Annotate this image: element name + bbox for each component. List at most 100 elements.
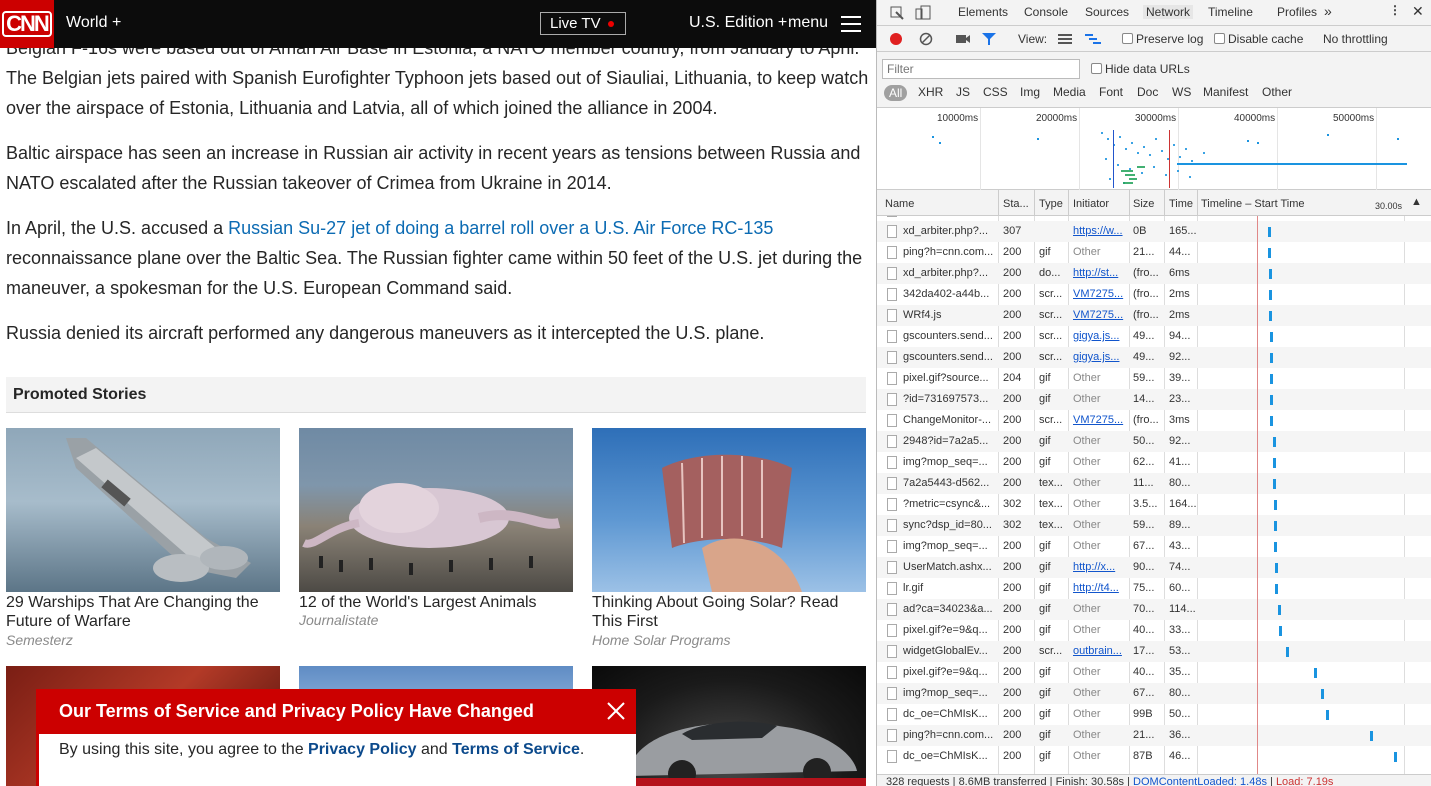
network-row[interactable]: ping?h=cnn.com... 200 gif Other 21... 44...: [877, 242, 1431, 263]
filter-type-other[interactable]: Other: [1262, 85, 1292, 99]
network-row[interactable]: ping?h=cnn.com... 200 gif Other 21... 36...: [877, 725, 1431, 746]
network-row[interactable]: gscounters.send... 200 scr... gigya.js... 49…: [877, 347, 1431, 368]
request-initiator[interactable]: gigya.js...: [1073, 351, 1129, 363]
record-icon[interactable]: [890, 33, 902, 45]
column-divider[interactable]: [1164, 190, 1165, 216]
hide-data-urls-checkbox[interactable]: [1091, 63, 1102, 74]
network-row[interactable]: WRf4.js 200 scr... VM7275... (fro... 2ms: [877, 305, 1431, 326]
promo-title[interactable]: 29 Warships That Are Changing the Future…: [6, 593, 280, 631]
request-initiator[interactable]: VM7275...: [1073, 414, 1129, 426]
column-size[interactable]: Size: [1133, 198, 1154, 210]
column-divider[interactable]: [998, 190, 999, 216]
network-row[interactable]: 342da402-a44b... 200 scr... VM7275... (fro..…: [877, 284, 1431, 305]
network-row[interactable]: 7a2a5443-d562... 200 tex... Other 11... 80...: [877, 473, 1431, 494]
network-row[interactable]: img?mop_seq=... 200 gif Other 67... 43...: [877, 536, 1431, 557]
filter-type-css[interactable]: CSS: [983, 85, 1008, 99]
column-divider[interactable]: [1197, 190, 1198, 216]
inspect-element-icon[interactable]: [889, 5, 905, 21]
column-divider[interactable]: [1034, 190, 1035, 216]
request-initiator[interactable]: VM7275...: [1073, 309, 1129, 321]
waterfall-overview-icon[interactable]: [1085, 33, 1101, 45]
filter-type-all[interactable]: All: [884, 85, 908, 101]
network-row[interactable]: dc_oe=ChMIsK... 200 gif Other 87B 46...: [877, 746, 1431, 767]
network-row[interactable]: img?mop_seq=... 200 gif Other 67... 80...: [877, 683, 1431, 704]
network-row[interactable]: ad?ca=34023&a... 200 gif Other 70... 114...: [877, 599, 1431, 620]
request-initiator[interactable]: gigya.js...: [1073, 330, 1129, 342]
network-row[interactable]: ?metric=csync&... 302 tex... Other 3.5... 164…: [877, 494, 1431, 515]
network-row[interactable]: dc_oe=ChMIsK... 200 gif Other 99B 50...: [877, 704, 1431, 725]
network-overview[interactable]: 10000ms 20000ms 30000ms 40000ms 50000ms: [877, 108, 1431, 190]
network-row[interactable]: ChangeMonitor-... 200 scr... VM7275... (fro.…: [877, 410, 1431, 431]
disable-cache-checkbox[interactable]: [1214, 33, 1225, 44]
network-row[interactable]: xd_arbiter.php?... 307 https://w... 0B 165..…: [877, 221, 1431, 242]
promo-image-warship[interactable]: [6, 428, 280, 592]
filter-type-xhr[interactable]: XHR: [918, 85, 943, 99]
request-initiator[interactable]: https://w...: [1073, 225, 1129, 237]
network-row[interactable]: pixel.gif?e=9&q... 200 gif Other 40... 33...: [877, 620, 1431, 641]
cnn-logo[interactable]: CNN: [0, 0, 54, 48]
column-name[interactable]: Name: [885, 198, 914, 210]
sort-asc-icon[interactable]: ▲: [1411, 196, 1422, 208]
request-initiator[interactable]: outbrain...: [1073, 645, 1129, 657]
column-initiator[interactable]: Initiator: [1073, 198, 1109, 210]
tab-console[interactable]: Console: [1024, 5, 1068, 19]
more-tabs-icon[interactable]: »: [1324, 3, 1332, 19]
filter-type-media[interactable]: Media: [1053, 85, 1086, 99]
filter-input[interactable]: [882, 59, 1080, 79]
promo-title[interactable]: 12 of the World's Largest Animals: [299, 593, 573, 612]
kebab-menu-icon[interactable]: ⋮: [1389, 3, 1401, 17]
network-row[interactable]: sync?dsp_id=80... 302 tex... Other 59... 89..…: [877, 515, 1431, 536]
privacy-policy-link[interactable]: Privacy Policy: [308, 741, 417, 758]
live-tv-button[interactable]: Live TV: [540, 12, 626, 35]
request-initiator[interactable]: http://t4...: [1073, 582, 1129, 594]
promo-image-solar[interactable]: [592, 428, 866, 592]
filter-type-img[interactable]: Img: [1020, 85, 1040, 99]
throttling-select[interactable]: No throttling: [1323, 32, 1388, 46]
tab-network[interactable]: Network: [1143, 5, 1194, 19]
edition-selector[interactable]: U.S. Edition +: [689, 14, 787, 32]
network-row[interactable]: xd_arbiter.php?... 200 do... http://st... (f…: [877, 263, 1431, 284]
terms-of-service-link[interactable]: Terms of Service: [452, 741, 580, 758]
network-row[interactable]: widgetGlobalEv... 200 scr... outbrain... 17.…: [877, 641, 1431, 662]
column-type[interactable]: Type: [1039, 198, 1063, 210]
column-time[interactable]: Time: [1169, 198, 1193, 210]
tab-profiles[interactable]: Profiles: [1277, 5, 1317, 19]
tab-elements[interactable]: Elements: [958, 5, 1008, 19]
menu-label[interactable]: menu: [788, 14, 828, 32]
request-initiator[interactable]: VM7275...: [1073, 288, 1129, 300]
capture-screenshots-icon[interactable]: [955, 33, 971, 45]
request-initiator[interactable]: http://st...: [1073, 267, 1129, 279]
preserve-log-checkbox[interactable]: [1122, 33, 1133, 44]
network-row[interactable]: img?mop_seq=... 200 gif Other 62... 41...: [877, 452, 1431, 473]
filter-icon[interactable]: [981, 32, 997, 46]
filter-type-manifest[interactable]: Manifest: [1203, 85, 1248, 99]
device-mode-icon[interactable]: [915, 5, 931, 21]
column-status[interactable]: Sta...: [1003, 198, 1029, 210]
network-row[interactable]: lr.gif 200 gif http://t4... 75... 60...: [877, 578, 1431, 599]
promo-image-squid[interactable]: [299, 428, 573, 592]
tab-sources[interactable]: Sources: [1085, 5, 1129, 19]
network-row[interactable]: gscounters.send... 200 scr... gigya.js... 49…: [877, 326, 1431, 347]
filter-type-ws[interactable]: WS: [1172, 85, 1191, 99]
promo-title[interactable]: Thinking About Going Solar? Read This Fi…: [592, 593, 866, 631]
large-rows-icon[interactable]: [1058, 33, 1072, 45]
article-link[interactable]: Russian Su-27 jet of doing a barrel roll…: [228, 218, 773, 238]
column-divider[interactable]: [1068, 190, 1069, 216]
column-divider[interactable]: [1129, 190, 1130, 216]
network-row[interactable]: pixel.gif?e=9&q... 200 gif Other 40... 35...: [877, 662, 1431, 683]
column-timeline[interactable]: Timeline – Start Time: [1201, 198, 1305, 210]
section-world[interactable]: World +: [66, 14, 121, 32]
network-row[interactable]: UserMatch.ashx... 200 gif http://x... 90... 7…: [877, 557, 1431, 578]
close-icon[interactable]: [606, 701, 626, 721]
filter-type-doc[interactable]: Doc: [1137, 85, 1158, 99]
network-row[interactable]: pixel.gif?source... 204 gif Other 59... 39...: [877, 368, 1431, 389]
network-row[interactable]: 2948?id=7a2a5... 200 gif Other 50... 92...: [877, 431, 1431, 452]
close-devtools-icon[interactable]: ✕: [1412, 3, 1424, 20]
hamburger-menu-icon[interactable]: [841, 16, 861, 32]
request-initiator[interactable]: http://x...: [1073, 561, 1129, 573]
filter-type-js[interactable]: JS: [956, 85, 970, 99]
filter-type-font[interactable]: Font: [1099, 85, 1123, 99]
tab-timeline[interactable]: Timeline: [1208, 5, 1253, 19]
network-row[interactable]: ?id=731697573... 200 gif Other 14... 23...: [877, 389, 1431, 410]
clear-icon[interactable]: [919, 32, 933, 46]
